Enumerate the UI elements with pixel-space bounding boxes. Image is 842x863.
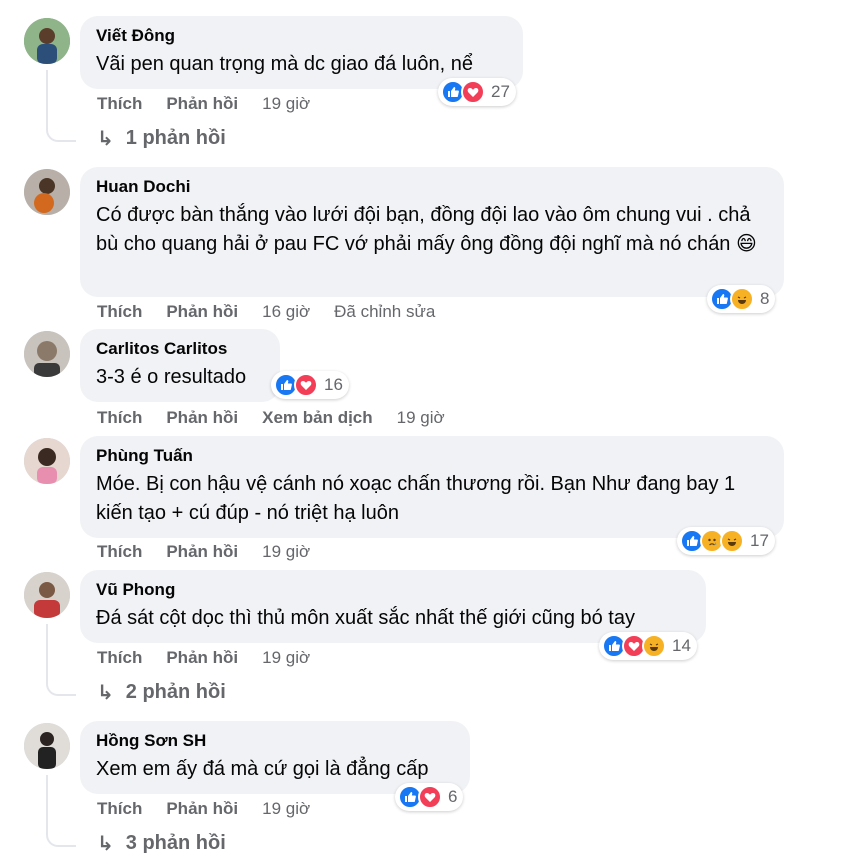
reaction-count: 14	[672, 636, 691, 655]
heart-icon	[418, 785, 442, 809]
comment-text: Đá sát cột dọc thì thủ môn xuất sắc nhất…	[96, 607, 635, 629]
timestamp[interactable]: 19 giờ	[262, 542, 310, 562]
avatar[interactable]	[24, 572, 70, 618]
reply-arrow-icon: ↳	[97, 128, 114, 150]
comment-actions: Thích Phản hồi Xem bản dịch 19 giờ	[97, 408, 469, 428]
see-translation-button[interactable]: Xem bản dịch	[262, 408, 373, 428]
heart-icon	[461, 80, 485, 104]
comment-actions: Thích Phản hồi 19 giờ	[97, 799, 334, 819]
comment-actions: Thích Phản hồi 16 giờ Đã chỉnh sửa	[97, 302, 459, 322]
reply-button[interactable]: Phản hồi	[166, 648, 238, 668]
comment-author[interactable]: Phùng Tuấn	[96, 446, 768, 466]
thread-connector	[46, 775, 76, 847]
comment-author[interactable]: Viết Đông	[96, 26, 507, 46]
reaction-count: 16	[324, 375, 343, 394]
thread-connector	[46, 624, 76, 696]
reply-button[interactable]: Phản hồi	[166, 302, 238, 322]
comment-text: Xem em ấy đá mà cứ gọi là đẳng cấp	[96, 758, 429, 780]
timestamp[interactable]: 19 giờ	[262, 94, 310, 114]
replies-label: 2 phản hồi	[125, 681, 226, 703]
reaction-summary[interactable]: 17	[677, 527, 775, 555]
like-button[interactable]: Thích	[97, 302, 142, 322]
view-replies-link[interactable]: ↳ 1 phản hồi	[97, 126, 226, 151]
view-replies-link[interactable]: ↳ 3 phản hồi	[97, 831, 226, 856]
replies-label: 3 phản hồi	[125, 832, 226, 854]
thread-connector	[46, 70, 76, 142]
comment-text: 3-3 é o resultado	[96, 366, 247, 388]
avatar[interactable]	[24, 331, 70, 377]
reaction-count: 17	[750, 531, 769, 550]
comment-bubble: Phùng Tuấn Móe. Bị con hậu vệ cánh nó xo…	[80, 436, 784, 538]
reply-button[interactable]: Phản hồi	[166, 408, 238, 428]
heart-icon	[294, 373, 318, 397]
reply-button[interactable]: Phản hồi	[166, 542, 238, 562]
laughing-face-icon	[730, 287, 754, 311]
avatar[interactable]	[24, 438, 70, 484]
reaction-summary[interactable]: 16	[271, 371, 349, 399]
avatar[interactable]	[24, 723, 70, 769]
reply-arrow-icon: ↳	[97, 682, 114, 704]
comment-actions: Thích Phản hồi 19 giờ	[97, 542, 334, 562]
reaction-summary[interactable]: 6	[395, 783, 464, 811]
reaction-summary[interactable]: 8	[707, 285, 776, 313]
laughing-face-icon	[720, 529, 744, 553]
comment-actions: Thích Phản hồi 19 giờ	[97, 648, 334, 668]
comment-actions: Thích Phản hồi 19 giờ	[97, 94, 334, 114]
like-button[interactable]: Thích	[97, 408, 142, 428]
reaction-count: 27	[491, 82, 510, 101]
comment-bubble: Carlitos Carlitos 3-3 é o resultado	[80, 329, 280, 402]
comment-author[interactable]: Huan Dochi	[96, 177, 768, 197]
like-button[interactable]: Thích	[97, 94, 142, 114]
comment-author[interactable]: Hồng Sơn SH	[96, 731, 454, 751]
comment-author[interactable]: Carlitos Carlitos	[96, 339, 264, 359]
replies-label: 1 phản hồi	[125, 127, 226, 149]
reply-button[interactable]: Phản hồi	[166, 94, 238, 114]
timestamp[interactable]: 16 giờ	[262, 302, 310, 322]
avatar[interactable]	[24, 18, 70, 64]
comment-text: Móe. Bị con hậu vệ cánh nó xoạc chấn thư…	[96, 473, 736, 524]
reaction-count: 6	[448, 787, 458, 806]
reply-button[interactable]: Phản hồi	[166, 799, 238, 819]
comment-author[interactable]: Vũ Phong	[96, 580, 690, 600]
avatar[interactable]	[24, 169, 70, 215]
reaction-summary[interactable]: 14	[599, 632, 697, 660]
like-button[interactable]: Thích	[97, 799, 142, 819]
comment-bubble: Huan Dochi Có được bàn thắng vào lưới độ…	[80, 167, 784, 297]
comment-text: Có được bàn thắng vào lưới đội bạn, đồng…	[96, 204, 757, 255]
laughing-face-icon	[642, 634, 666, 658]
reaction-summary[interactable]: 27	[438, 78, 516, 106]
reply-arrow-icon: ↳	[97, 833, 114, 855]
timestamp[interactable]: 19 giờ	[262, 648, 310, 668]
like-button[interactable]: Thích	[97, 542, 142, 562]
edited-label[interactable]: Đã chỉnh sửa	[334, 302, 435, 322]
timestamp[interactable]: 19 giờ	[262, 799, 310, 819]
comment-text: Vãi pen quan trọng mà dc giao đá luôn, n…	[96, 53, 473, 75]
timestamp[interactable]: 19 giờ	[397, 408, 445, 428]
reaction-count: 8	[760, 289, 770, 308]
like-button[interactable]: Thích	[97, 648, 142, 668]
view-replies-link[interactable]: ↳ 2 phản hồi	[97, 680, 226, 705]
